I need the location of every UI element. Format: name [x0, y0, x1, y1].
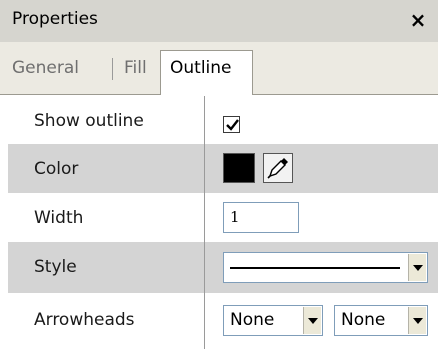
title-bar: Properties × — [0, 0, 438, 43]
tab-strip: General Fill Outline — [0, 42, 438, 95]
color-label: Color — [34, 159, 79, 179]
column-divider — [204, 96, 205, 349]
arrowhead-start-value: None — [230, 310, 275, 330]
show-outline-label: Show outline — [34, 111, 144, 131]
checkmark-icon — [226, 119, 239, 131]
tab-outline[interactable]: Outline — [160, 50, 253, 95]
solid-line-sample — [230, 267, 400, 269]
panel-title: Properties — [12, 9, 98, 29]
width-label: Width — [34, 208, 84, 228]
arrowheads-label: Arrowheads — [34, 310, 135, 330]
row-arrowheads: Arrowheads None None — [8, 293, 438, 349]
chevron-down-icon[interactable] — [408, 307, 426, 334]
eyedropper-icon — [267, 158, 288, 179]
property-grid: Show outline Color Width 1 Style Arrowhe… — [8, 96, 438, 349]
arrowhead-end-value: None — [341, 310, 386, 330]
tab-fill[interactable]: Fill — [124, 58, 147, 78]
arrowhead-end-dropdown[interactable]: None — [334, 305, 428, 336]
row-style: Style — [8, 242, 438, 293]
properties-panel: Properties × General Fill Outline Show o… — [0, 0, 438, 349]
close-button[interactable]: × — [404, 6, 432, 34]
color-picker-button[interactable] — [263, 153, 293, 183]
tab-separator — [112, 58, 113, 80]
tab-general[interactable]: General — [12, 58, 79, 78]
color-swatch[interactable] — [223, 153, 255, 183]
arrowhead-start-dropdown[interactable]: None — [223, 305, 323, 336]
tab-outline-label: Outline — [170, 58, 232, 78]
width-field[interactable]: 1 — [223, 202, 299, 233]
row-color: Color — [8, 144, 438, 193]
show-outline-checkbox[interactable] — [223, 116, 240, 133]
chevron-down-icon[interactable] — [303, 307, 321, 334]
row-show-outline: Show outline — [8, 96, 438, 144]
chevron-down-icon[interactable] — [408, 254, 426, 281]
style-label: Style — [34, 257, 77, 277]
row-width: Width 1 — [8, 193, 438, 242]
style-dropdown[interactable] — [223, 252, 428, 283]
